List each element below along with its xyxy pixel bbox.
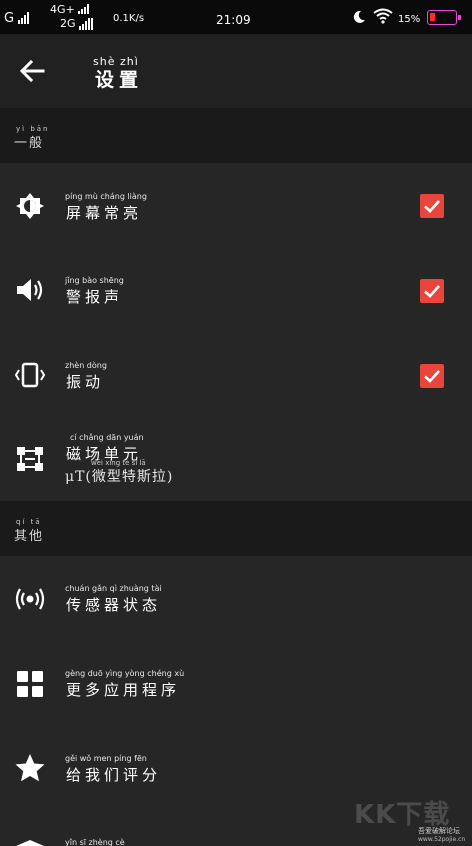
menu-sensor-status[interactable]: chuán gǎn qì zhuàng tài 传感器状态 <box>0 556 472 641</box>
setting-magnetic-unit[interactable]: cí chǎng dān yuán 磁场单元 wēi xíng tè sī lā… <box>0 418 472 501</box>
setting-label-pinyin: cí chǎng dān yuán <box>70 433 144 442</box>
setting-value: μT(微型特斯拉) <box>65 469 174 485</box>
sensor-status-icon <box>15 588 45 610</box>
network-4g-label: 4G+ <box>50 3 75 16</box>
wifi-icon <box>373 8 393 24</box>
menu-more-apps[interactable]: gèng duō yìng yòng chéng xù 更多应用程序 <box>0 641 472 726</box>
moon-icon <box>353 10 365 23</box>
signal-icon <box>78 4 89 14</box>
more-apps-icon <box>17 671 43 697</box>
setting-alarm-sound[interactable]: jǐng bào shēng 警报声 <box>0 248 472 333</box>
setting-screen-on[interactable]: píng mù cháng liàng 屏幕常亮 <box>0 163 472 248</box>
menu-label: 更多应用程序 <box>66 681 181 699</box>
network-2g-label: 2G <box>60 17 76 30</box>
arrow-left-icon[interactable] <box>17 56 47 86</box>
watermark-site-url: www.52pojie.cn <box>418 836 466 843</box>
vibrate-checkbox[interactable] <box>420 364 444 388</box>
menu-label: 给我们评分 <box>66 766 162 784</box>
menu-label: 传感器状态 <box>66 596 162 614</box>
section-header-title: 一般 <box>14 136 45 151</box>
section-header-other: qí tā 其他 <box>0 501 472 556</box>
volume-icon <box>17 279 43 301</box>
menu-label-pinyin: gèng duō yìng yòng chéng xù <box>65 669 185 678</box>
network-speed: 0.1K/s <box>113 13 145 24</box>
menu-label-pinyin: gěi wǒ men píng fēn <box>65 754 147 763</box>
app-toolbar: shè zhì 设置 <box>0 34 472 108</box>
setting-label: 屏幕常亮 <box>66 204 143 222</box>
setting-label: 振动 <box>66 373 105 391</box>
setting-label-pinyin: zhèn dòng <box>65 361 107 370</box>
battery-icon <box>427 10 461 25</box>
watermark-site-name: 吾爱破解论坛 <box>418 827 460 835</box>
signal-icon <box>18 12 29 24</box>
setting-label-pinyin: jǐng bào shēng <box>65 276 124 285</box>
menu-label-pinyin: chuán gǎn qì zhuàng tài <box>65 584 162 593</box>
section-header-title: 其他 <box>14 529 45 544</box>
battery-percent: 15% <box>398 14 421 25</box>
alarm-sound-checkbox[interactable] <box>420 279 444 303</box>
page-title: 设置 <box>95 69 144 91</box>
setting-label-pinyin: píng mù cháng liàng <box>65 192 147 201</box>
vibrate-icon <box>14 362 46 388</box>
magnet-unit-icon <box>17 447 43 471</box>
setting-vibrate[interactable]: zhèn dòng 振动 <box>0 333 472 418</box>
brightness-icon <box>16 193 44 219</box>
section-header-general: yì bān 一般 <box>0 108 472 163</box>
setting-label: 警报声 <box>66 288 124 306</box>
star-icon <box>15 754 45 782</box>
privacy-icon <box>16 840 44 846</box>
clock: 21:09 <box>216 13 251 27</box>
status-bar: G 4G+ 2G 0.1K/s 21:09 15% <box>0 0 472 34</box>
menu-label-pinyin: yǐn sī zhèng cè <box>65 838 125 846</box>
carrier-label: G <box>4 11 15 26</box>
screen-on-checkbox[interactable] <box>420 194 444 218</box>
signal-icon <box>79 18 93 30</box>
